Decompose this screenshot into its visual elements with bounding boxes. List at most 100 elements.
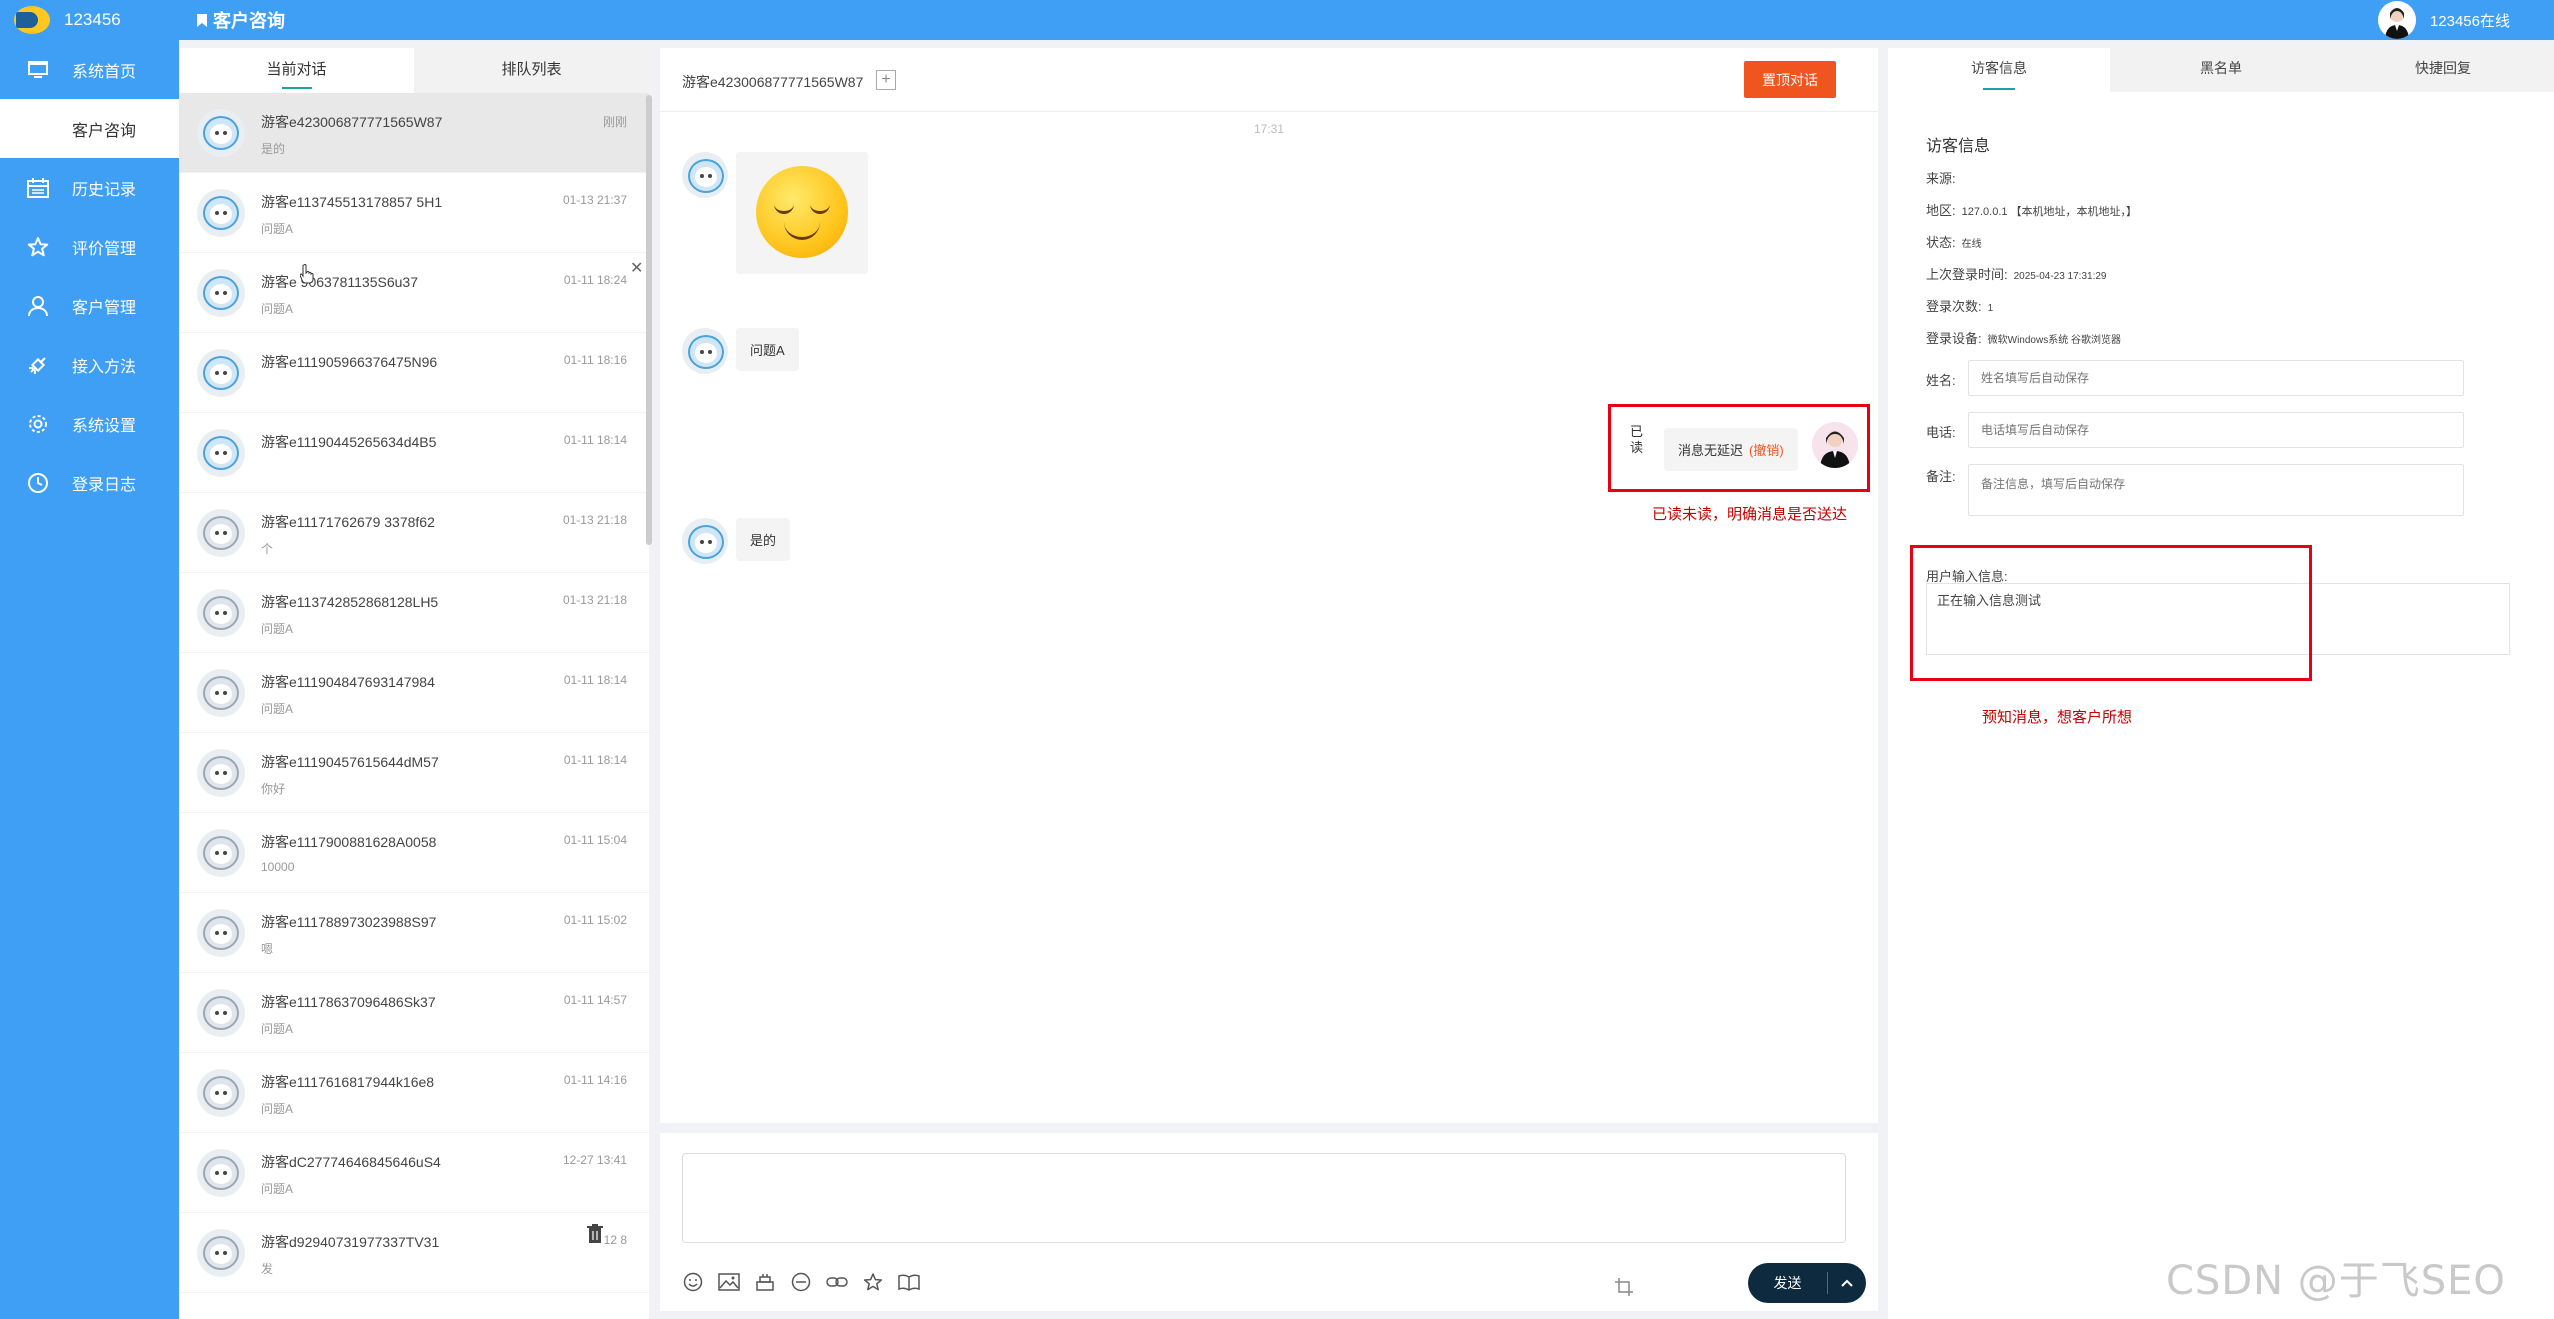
conversation-item[interactable]: 游客e 9063781135S6u37 问题A 01-11 18:24 [179,253,649,333]
conversation-time: 01-11 18:14 [563,673,627,687]
emoji-bubble [736,152,868,274]
conversation-preview: 问题A [261,701,294,716]
image-icon[interactable] [718,1271,740,1293]
conversation-preview: 问题A [261,1101,294,1116]
conversation-item[interactable]: 游客e11190445265634d4B5 01-11 18:14 [179,413,649,493]
trash-icon[interactable] [587,1224,603,1244]
conversation-item[interactable]: 游客e113745513178857 5H1 问题A 01-13 21:37 [179,173,649,253]
message-visitor: 是的 [682,518,791,564]
info-source-label: 来源: [1926,171,1956,186]
tab-visitor-info[interactable]: 访客信息 [1888,48,2110,92]
annotation-read: 已读未读，明确消息是否送达 [1652,506,1848,523]
nav-item-login-log[interactable]: 登录日志 [0,453,179,512]
conversation-item[interactable]: 游客e111905966376475N96 01-11 18:16 [179,333,649,413]
gear-icon [26,412,50,436]
hand-cursor-icon [300,264,314,284]
info-region-label: 地区: [1926,203,1956,218]
visitor-avatar [197,268,245,317]
conversation-item[interactable]: 游客dC27774646845646uS4 问题A 12-27 13:41 [179,1133,649,1213]
annotation-box-typing [1910,545,2312,681]
phone-field[interactable] [1968,412,2464,448]
visitor-avatar [197,748,245,797]
conversation-item[interactable]: 游客e1117900881628A0058 10000 01-11 15:04 [179,813,649,893]
page-title: 客户咨询 [197,0,285,40]
info-tabs: 访客信息 黑名单 快捷回复 [1888,48,2554,92]
conversation-preview: 问题A [261,621,294,636]
file-icon[interactable] [754,1271,776,1293]
conversation-item[interactable]: 游客e111788973023988S97 嗯 01-11 15:02 [179,893,649,973]
info-device-value: 微软Windows系统 谷歌浏览器 [1987,335,2121,346]
message-input[interactable] [682,1153,1846,1243]
info-device-label: 登录设备: [1926,331,1982,346]
nav-item-history[interactable]: 历史记录 [0,158,179,217]
nav-item-settings[interactable]: 系统设置 [0,394,179,453]
nav-item-customers[interactable]: 客户管理 [0,276,179,335]
nav-label: 客户咨询 [72,122,137,140]
nav-item-consult[interactable]: 客户咨询 [0,99,179,158]
visitor-avatar [197,348,245,397]
nav-item-home[interactable]: 系统首页 [0,40,179,99]
chevron-up-icon[interactable] [1828,1279,1866,1287]
visitor-avatar [197,1228,245,1277]
conversation-item[interactable]: 游客e11171762679 3378f62 个 01-13 21:18 [179,493,649,573]
visitor-info-panel: 访客信息 黑名单 快捷回复 访客信息 来源: 地区: 127.0.0.1 【本机地… [1888,48,2554,1319]
conversation-time: 01-11 18:14 [563,753,627,767]
conversation-time: 01-11 18:24 [563,273,627,287]
calendar-icon [26,176,50,200]
smiley-emoji-icon [756,166,848,258]
conversation-item[interactable]: 游客e113742852868128LH5 问题A 01-13 21:18 [179,573,649,653]
annotation-typing: 预知消息，想客户所想 [1982,709,2133,726]
minus-circle-icon[interactable] [790,1271,812,1293]
brand-name: 123456 [64,10,121,29]
send-button[interactable]: 发送 [1748,1272,1828,1294]
user-icon [26,294,50,318]
time-divider: 17:31 [1253,122,1285,136]
conversation-time: 12 8 [603,1233,627,1247]
close-icon[interactable]: ✕ [630,258,643,278]
conversation-preview: 问题A [261,221,294,236]
conversation-item[interactable]: 游客e111904847693147984 问题A 01-11 18:14 [179,653,649,733]
chat-visitor-name: 游客e423006877771565W87 [682,74,864,90]
info-status-value: 在线 [1961,239,1982,250]
star-icon[interactable] [862,1271,884,1293]
conversation-name: 游客e423006877771565W87 [261,113,443,130]
crop-icon[interactable] [1614,1277,1634,1297]
send-button-group: 发送 [1748,1263,1866,1303]
nav-label: 历史记录 [72,181,137,199]
conversation-preview: 嗯 [261,941,274,956]
nav-item-integration[interactable]: 接入方法 [0,335,179,394]
book-icon[interactable] [898,1271,920,1293]
conversation-item[interactable]: 游客e11178637096486Sk37 问题A 01-11 14:57 [179,973,649,1053]
name-field[interactable] [1968,360,2464,396]
info-last-login: 上次登录时间: 2025-04-23 17:31:29 [1926,264,2106,283]
tab-blacklist[interactable]: 黑名单 [2110,48,2332,92]
tab-quick-reply[interactable]: 快捷回复 [2332,48,2554,92]
conversation-time: 01-11 18:16 [563,353,627,367]
star-icon [26,235,50,259]
visitor-avatar [197,1068,245,1117]
conversation-item[interactable]: 游客d92940731977337TV31 发 12 8 [179,1213,649,1293]
conversation-scrollbar[interactable] [646,95,652,545]
brand: 123456 [0,0,179,40]
pin-chat-button[interactable]: 置顶对话 [1744,61,1836,98]
tab-current-chats[interactable]: 当前对话 [179,48,414,93]
user-menu[interactable]: 123456在线 [2377,0,2510,40]
add-icon[interactable]: + [876,70,896,90]
conversation-item[interactable]: 游客e1117616817944k16e8 问题A 01-11 14:16 [179,1053,649,1133]
nav-label: 系统设置 [72,417,137,435]
nav-item-rating[interactable]: 评价管理 [0,217,179,276]
nav-menu: 系统首页 客户咨询 历史记录 评价管理 客户管理 接入方法 系统设置 登录日志 [0,40,179,512]
emoji-icon[interactable] [682,1271,704,1293]
conversation-list: 游客e423006877771565W87 是的 刚刚 游客e113745513178… [179,93,649,1319]
chat-panel: 游客e423006877771565W87 + 置顶对话 17:31 问题A 是… [660,48,1878,1123]
conversation-preview [261,460,649,474]
link-icon[interactable] [826,1271,848,1293]
conversation-preview: 发 [261,1261,274,1276]
tab-queue-list[interactable]: 排队列表 [414,48,649,93]
name-label: 姓名: [1926,373,1956,388]
conversation-item[interactable]: 游客e11190457615644dM57 你好 01-11 18:14 [179,733,649,813]
conversation-item[interactable]: 游客e423006877771565W87 是的 刚刚 [179,93,649,173]
conversation-time: 01-13 21:18 [562,593,627,607]
note-field[interactable] [1968,464,2464,516]
conversation-time: 01-13 21:18 [562,513,627,527]
